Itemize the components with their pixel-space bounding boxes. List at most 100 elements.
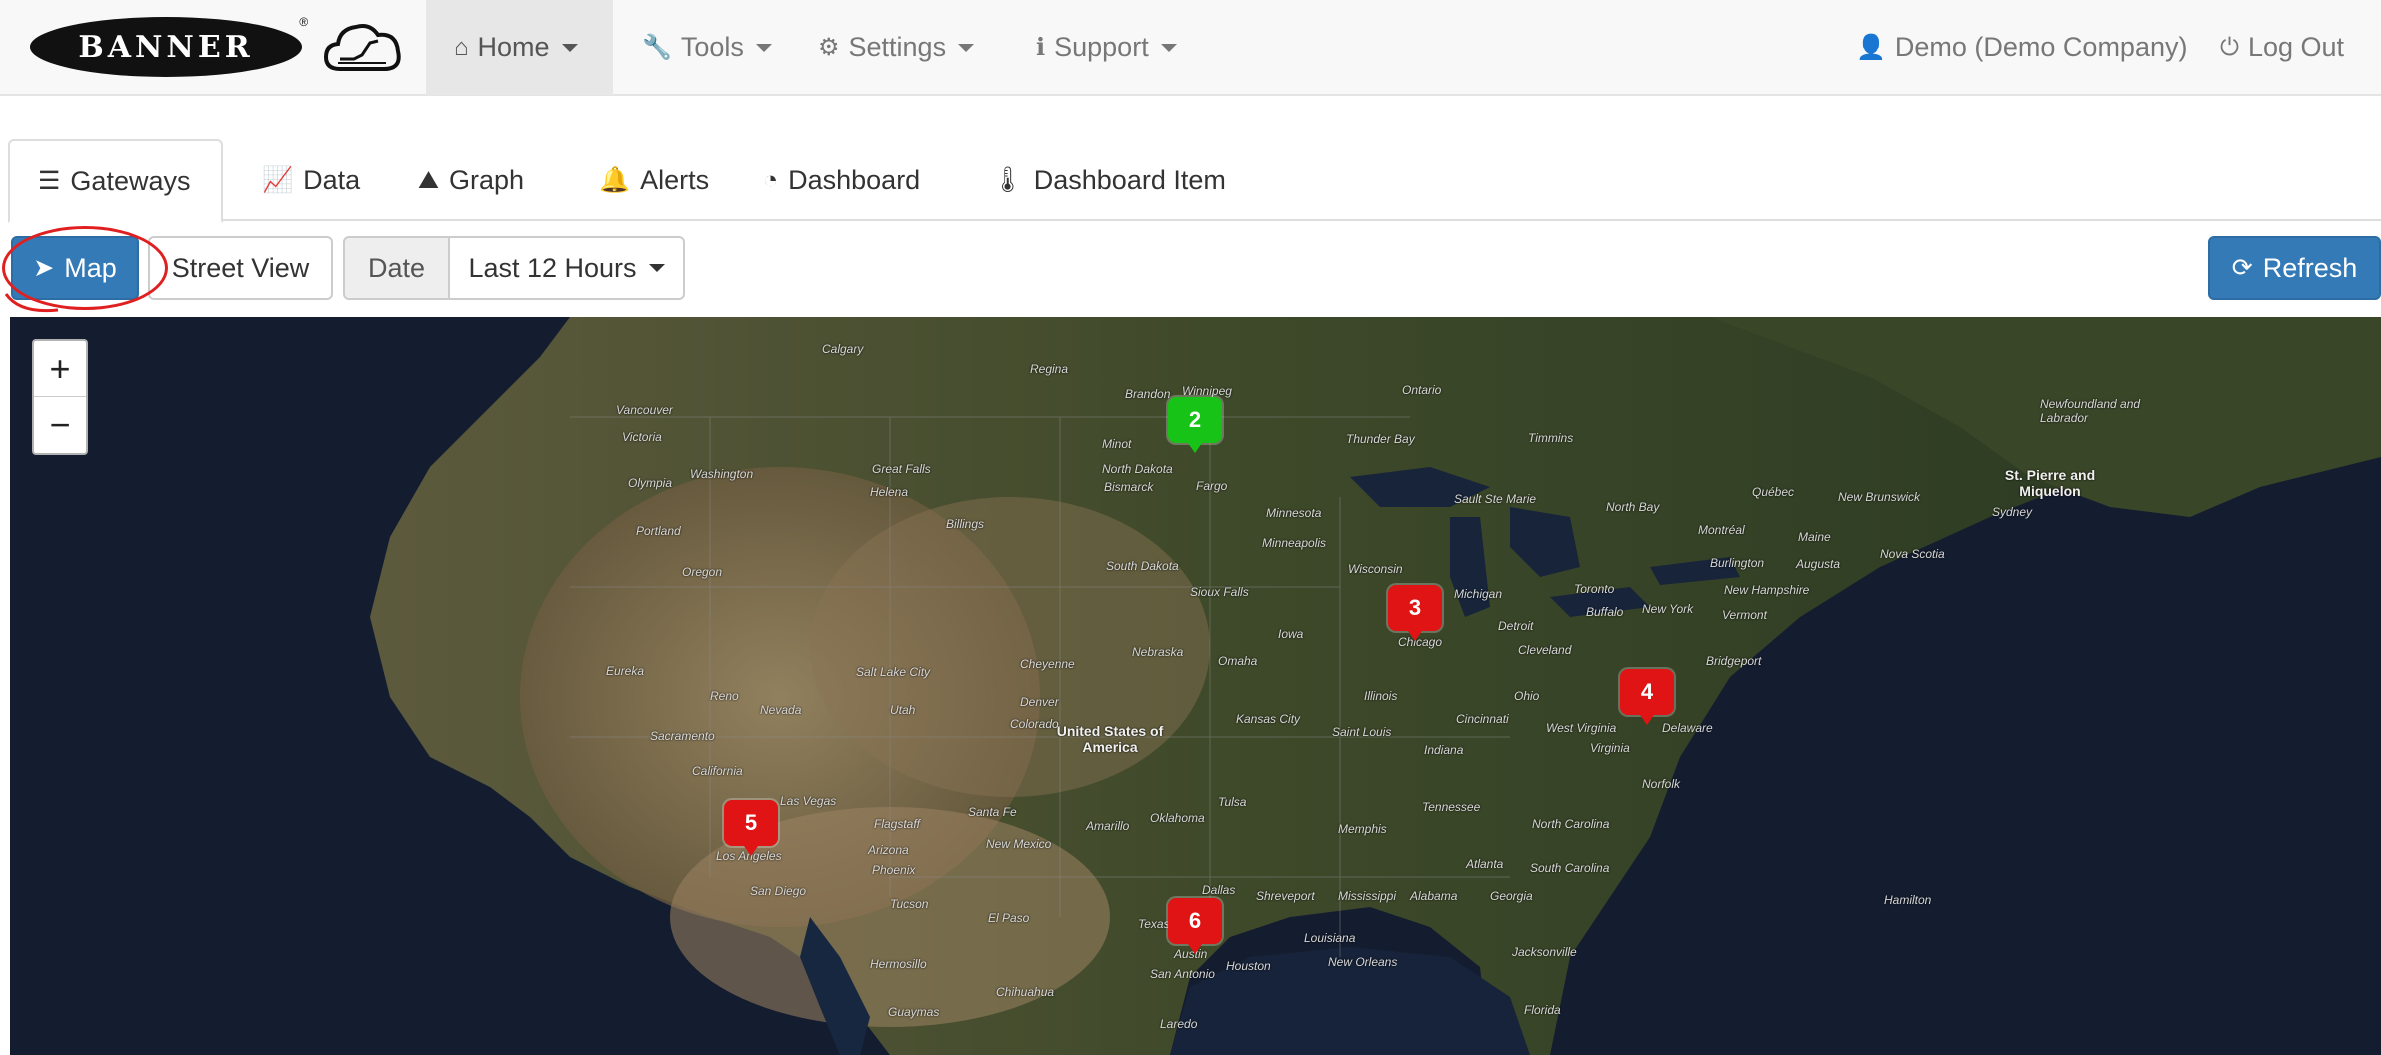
thermometer-icon: 🌡 xyxy=(992,165,1024,194)
map-label: Ontario xyxy=(1402,383,1442,397)
map-label: Timmins xyxy=(1528,431,1574,445)
map-label: Hamilton xyxy=(1884,893,1932,907)
gateway-cluster-marker[interactable]: 6 xyxy=(1168,898,1222,944)
map-label: Florida xyxy=(1524,1003,1561,1017)
date-range-value: Last 12 Hours xyxy=(468,252,637,283)
map-label: Flagstaff xyxy=(874,817,921,831)
nav-home-label: Home xyxy=(477,32,550,62)
tab-dashboard[interactable]: ◔ Dashboard xyxy=(735,139,948,221)
nav-settings[interactable]: ⚙ Settings xyxy=(790,0,1002,95)
refresh-button[interactable]: ⟳ Refresh xyxy=(2208,236,2381,300)
map-label: El Paso xyxy=(988,911,1030,925)
line-chart-icon: 📈 xyxy=(262,165,294,194)
nav-tools-label: Tools xyxy=(680,32,744,62)
map-label: Tennessee xyxy=(1422,800,1481,814)
map-label: Bismarck xyxy=(1104,480,1154,494)
tab-gateways[interactable]: ☰ Gateways xyxy=(8,139,223,223)
nav-support-label: Support xyxy=(1054,32,1149,62)
map-label-newfoundland: Newfoundland and Labrador xyxy=(2040,397,2141,425)
street-view-button[interactable]: Street View xyxy=(148,236,333,300)
power-icon: ⏻ xyxy=(2220,33,2239,61)
bell-icon: 🔔 xyxy=(599,165,631,194)
refresh-icon: ⟳ xyxy=(2231,254,2253,282)
map-label: Alabama xyxy=(1410,889,1458,903)
map-label: Tulsa xyxy=(1218,795,1247,809)
map-label: Brandon xyxy=(1125,387,1171,401)
map-label: Iowa xyxy=(1278,627,1304,641)
gateway-cluster-marker[interactable]: 5 xyxy=(724,800,778,846)
nav-logout[interactable]: ⏻ Log Out xyxy=(2192,0,2372,95)
map-label: Mississippi xyxy=(1338,889,1397,903)
cogs-icon: ⚙ xyxy=(818,34,840,61)
map-label: South Carolina xyxy=(1530,861,1610,875)
map-label: Laredo xyxy=(1160,1017,1198,1031)
map-label: San Antonio xyxy=(1150,967,1215,981)
list-icon: ☰ xyxy=(38,167,61,195)
gateway-cluster-marker[interactable]: 2 xyxy=(1168,397,1222,443)
map-label: Chihuahua xyxy=(996,985,1055,999)
nav-support[interactable]: ℹ Support xyxy=(1008,0,1205,95)
tab-bar: ☰ Gateways 📈 Data ⛰ Graph 🔔 Alerts ◔ Das… xyxy=(8,137,2381,223)
map-label: New Mexico xyxy=(986,837,1052,851)
map-label: Minnesota xyxy=(1266,506,1322,520)
gateway-cluster-marker[interactable]: 4 xyxy=(1620,669,1674,715)
map-label: Georgia xyxy=(1490,889,1533,903)
map-label: Fargo xyxy=(1196,479,1228,493)
zoom-out-button[interactable]: − xyxy=(34,397,86,453)
tab-dashboard-item[interactable]: 🌡 Dashboard Item xyxy=(964,139,1254,221)
caret-down-icon xyxy=(755,43,772,52)
zoom-control: + − xyxy=(32,339,88,455)
map-label: Jacksonville xyxy=(1512,945,1577,959)
caret-down-icon xyxy=(1160,43,1177,52)
tab-alerts-label: Alerts xyxy=(640,164,710,195)
caret-down-icon xyxy=(648,264,665,272)
nav-user[interactable]: 👤 Demo (Demo Company) xyxy=(1828,0,2215,95)
map-view-label: Map xyxy=(64,252,117,283)
tab-alerts[interactable]: 🔔 Alerts xyxy=(571,139,737,221)
map-label: Louisiana xyxy=(1304,931,1356,945)
satellite-map[interactable]: United States of America St. Pierre and … xyxy=(10,317,2381,1055)
gateway-cluster-marker[interactable]: 3 xyxy=(1388,585,1442,631)
brand-logo[interactable]: BANNER ® xyxy=(30,14,404,80)
map-label: Saint Louis xyxy=(1332,725,1392,739)
zoom-in-button[interactable]: + xyxy=(34,341,86,397)
map-label: Sioux Falls xyxy=(1190,585,1249,599)
map-label: Cincinnati xyxy=(1456,712,1509,726)
map-label: Wisconsin xyxy=(1348,562,1403,576)
map-label: Michigan xyxy=(1454,587,1503,601)
map-label: Sydney xyxy=(1992,505,2033,519)
map-label: West Virginia xyxy=(1546,721,1617,735)
map-label: Tucson xyxy=(890,897,929,911)
location-arrow-icon: ➤ xyxy=(33,254,55,282)
map-label: New York xyxy=(1642,602,1694,616)
map-label: Montréal xyxy=(1698,523,1745,537)
map-label: San Diego xyxy=(750,884,807,898)
map-label: Shreveport xyxy=(1256,889,1315,903)
map-label: New Brunswick xyxy=(1838,490,1921,504)
map-label: Nova Scotia xyxy=(1880,547,1945,561)
map-label: Burlington xyxy=(1710,556,1765,570)
tab-graph[interactable]: ⛰ Graph xyxy=(390,139,552,221)
map-label: Memphis xyxy=(1338,822,1387,836)
map-label: Vermont xyxy=(1722,608,1767,622)
brand-text: BANNER xyxy=(78,29,254,65)
date-range-dropdown[interactable]: Last 12 Hours xyxy=(448,236,685,300)
tab-data[interactable]: 📈 Data xyxy=(234,139,388,221)
info-icon: ℹ xyxy=(1036,34,1046,61)
map-label: Delaware xyxy=(1662,721,1713,735)
map-label: Guaymas xyxy=(888,1005,940,1019)
map-label: Santa Fe xyxy=(968,805,1017,819)
date-label: Date xyxy=(343,236,450,300)
map-label: Denver xyxy=(1020,695,1059,709)
map-label: Victoria xyxy=(622,430,662,444)
map-label: Toronto xyxy=(1574,582,1615,596)
map-view-button[interactable]: ➤ Map xyxy=(11,236,139,300)
map-label: Helena xyxy=(870,485,909,499)
map-label: Thunder Bay xyxy=(1346,432,1415,446)
map-label: Omaha xyxy=(1218,654,1258,668)
map-label: Portland xyxy=(636,524,681,538)
tab-graph-label: Graph xyxy=(449,164,525,195)
nav-tools[interactable]: 🔧 Tools xyxy=(614,0,800,95)
nav-home[interactable]: ⌂ Home xyxy=(426,0,613,95)
map-label: Utah xyxy=(890,703,916,717)
